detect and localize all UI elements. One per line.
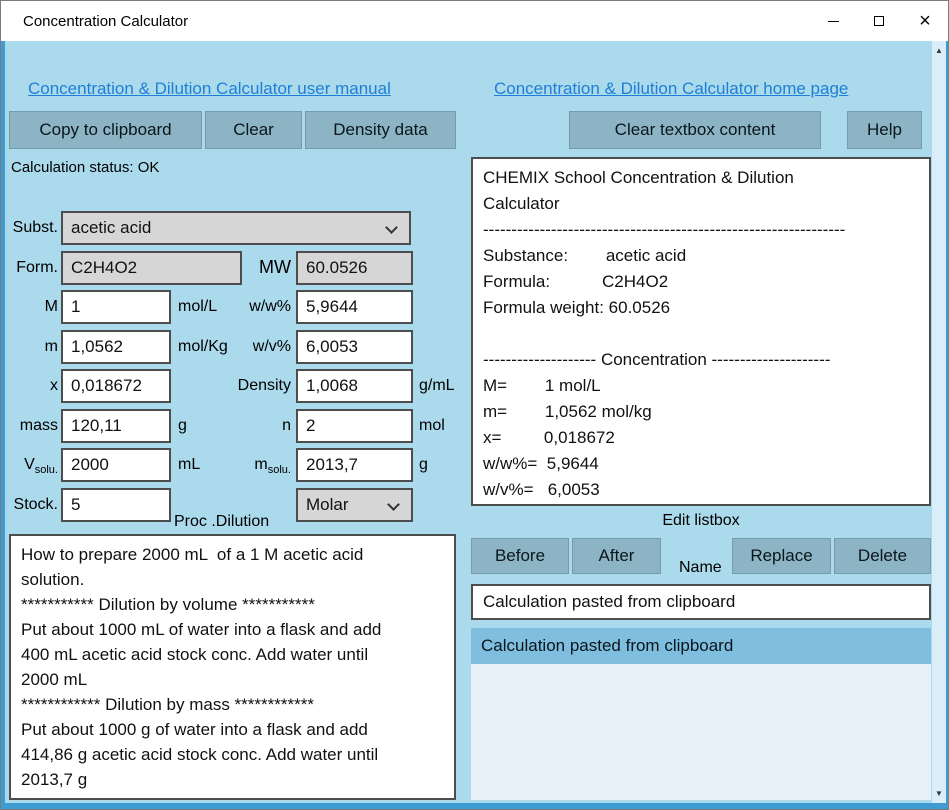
delete-button[interactable]: Delete	[834, 538, 931, 574]
scroll-down-icon[interactable]: ▼	[932, 789, 946, 798]
titlebar[interactable]: Concentration Calculator ×	[1, 1, 948, 41]
molarity-field[interactable]: 1	[61, 290, 171, 324]
instructions-textbox[interactable]: How to prepare 2000 mL of a 1 M acetic a…	[9, 534, 456, 800]
mole-fraction-field[interactable]: 0,018672	[61, 369, 171, 403]
help-button[interactable]: Help	[847, 111, 922, 149]
ww-field[interactable]: 5,9644	[296, 290, 413, 324]
moles-unit-label: mol	[419, 417, 445, 434]
window-controls: ×	[810, 1, 948, 41]
wv-field[interactable]: 6,0053	[296, 330, 413, 364]
substance-dropdown[interactable]: acetic acid	[61, 211, 411, 245]
minimize-button[interactable]	[810, 1, 856, 41]
user-manual-link[interactable]: Concentration & Dilution Calculator user…	[28, 79, 391, 99]
mass-unit-label: g	[178, 417, 187, 434]
clear-button[interactable]: Clear	[205, 111, 302, 149]
concentration-calculator-window: Concentration Calculator × Concentration…	[0, 0, 949, 810]
mw-label: MW	[259, 257, 291, 277]
calculation-status-label: Calculation status: OK	[11, 159, 160, 176]
list-item[interactable]: Calculation pasted from clipboard	[471, 628, 931, 664]
proc-dilution-label: Proc .Dilution	[174, 513, 270, 530]
before-button[interactable]: Before	[471, 538, 569, 574]
calculations-listbox[interactable]: Calculation pasted from clipboard	[471, 628, 931, 800]
molarity-label: M	[44, 298, 58, 315]
after-button[interactable]: After	[572, 538, 661, 574]
density-unit-label: g/mL	[419, 377, 455, 394]
clear-textbox-content-button[interactable]: Clear textbox content	[569, 111, 821, 149]
vsolu-label: Vsolu.	[24, 456, 58, 477]
maximize-icon	[874, 16, 884, 26]
msolu-label: msolu.	[254, 456, 291, 477]
proc-dilution-value: Molar	[306, 495, 349, 514]
name-field[interactable]: Calculation pasted from clipboard	[471, 584, 931, 620]
scroll-up-icon[interactable]: ▲	[932, 46, 946, 55]
molality-field[interactable]: 1,0562	[61, 330, 171, 364]
mole-fraction-label: x	[50, 377, 58, 394]
density-label: Density	[237, 377, 291, 394]
maximize-button[interactable]	[856, 1, 902, 41]
wv-label: w/v%	[252, 338, 291, 355]
proc-dilution-dropdown[interactable]: Molar	[296, 488, 413, 522]
molality-label: m	[44, 338, 58, 355]
form-label: Form.	[16, 259, 58, 276]
mw-field[interactable]: 60.0526	[296, 251, 413, 285]
msolu-field[interactable]: 2013,7	[296, 448, 413, 482]
name-label: Name	[679, 559, 722, 576]
copy-to-clipboard-button[interactable]: Copy to clipboard	[9, 111, 202, 149]
replace-button[interactable]: Replace	[732, 538, 831, 574]
ww-label: w/w%	[249, 298, 291, 315]
edit-listbox-heading: Edit listbox	[662, 512, 740, 529]
substance-value: acetic acid	[71, 218, 152, 237]
close-button[interactable]: ×	[902, 1, 948, 41]
msolu-unit-label: g	[419, 456, 428, 473]
close-icon: ×	[919, 10, 931, 32]
moles-field[interactable]: 2	[296, 409, 413, 443]
main-content: Concentration & Dilution Calculator user…	[5, 41, 934, 803]
home-page-link[interactable]: Concentration & Dilution Calculator home…	[494, 79, 848, 99]
output-textbox[interactable]: CHEMIX School Concentration & Dilution C…	[471, 157, 931, 506]
mass-label: mass	[19, 417, 58, 434]
chevron-down-icon	[387, 498, 400, 511]
density-data-button[interactable]: Density data	[305, 111, 456, 149]
window-title: Concentration Calculator	[23, 12, 189, 30]
vsolu-field[interactable]: 2000	[61, 448, 171, 482]
chevron-down-icon	[385, 221, 398, 234]
stock-label: Stock.	[13, 496, 58, 513]
minimize-icon	[827, 20, 839, 22]
subst-label: Subst.	[12, 219, 58, 236]
density-field[interactable]: 1,0068	[296, 369, 413, 403]
stock-field[interactable]: 5	[61, 488, 171, 522]
moles-label: n	[282, 417, 291, 434]
vertical-scrollbar[interactable]: ▲ ▼	[932, 41, 946, 803]
mass-field[interactable]: 120,11	[61, 409, 171, 443]
